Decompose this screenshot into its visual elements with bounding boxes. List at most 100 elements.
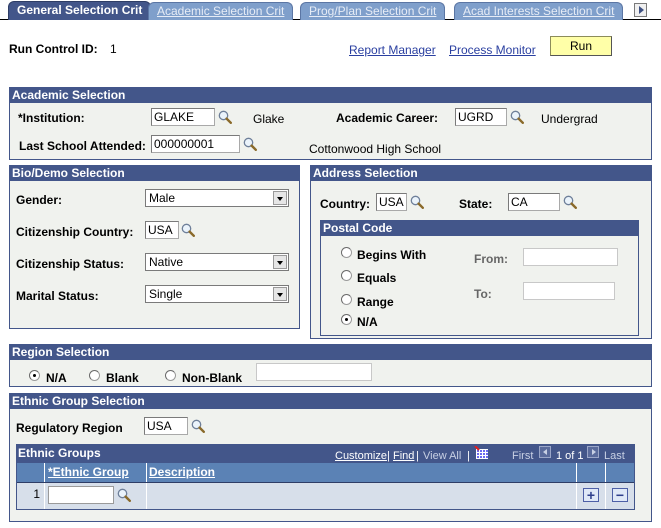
- postal-begins-with-label: Begins With: [357, 248, 427, 262]
- region-non-blank-radio[interactable]: [165, 370, 176, 381]
- institution-lookup-icon[interactable]: [218, 110, 232, 124]
- region-na-radio[interactable]: [29, 370, 40, 381]
- tab-bar: General Selection Crit Academic Selectio…: [0, 0, 661, 20]
- citizenship-status-value: Native: [149, 255, 184, 269]
- minus-icon: −: [615, 487, 625, 503]
- grid-row-number: 1: [17, 483, 45, 509]
- grid-column-description[interactable]: Description: [147, 463, 577, 482]
- citizenship-status-label: Citizenship Status:: [16, 257, 125, 271]
- grid-column-ethnic-group[interactable]: *Ethnic Group: [45, 463, 147, 482]
- grid-cell-description: [147, 483, 577, 509]
- academic-career-description: Undergrad: [541, 112, 598, 126]
- country-lookup-icon[interactable]: [410, 195, 424, 209]
- gender-select[interactable]: Male: [145, 189, 289, 207]
- chevron-down-icon: [273, 255, 287, 269]
- grid-add-header: [577, 463, 606, 482]
- region-na-label: N/A: [46, 371, 67, 385]
- academic-career-label: Academic Career:: [336, 111, 439, 125]
- postal-to-label: To:: [474, 287, 492, 301]
- chevron-down-icon: [273, 287, 287, 301]
- last-school-description: Cottonwood High School: [309, 142, 442, 156]
- delete-row-button[interactable]: −: [612, 488, 628, 502]
- grid-separator: |: [416, 450, 419, 462]
- region-blank-label: Blank: [106, 371, 139, 385]
- tab-label: Prog/Plan Selection Crit: [309, 4, 437, 18]
- grid-customize-link[interactable]: Customize: [335, 450, 387, 462]
- marital-status-value: Single: [149, 287, 183, 301]
- region-non-blank-label: Non-Blank: [182, 371, 242, 385]
- region-selection-header: Region Selection: [10, 345, 651, 360]
- region-value-input[interactable]: [256, 363, 372, 381]
- regulatory-region-input[interactable]: USA: [144, 417, 188, 435]
- state-input[interactable]: CA: [508, 193, 560, 211]
- last-school-lookup-icon[interactable]: [243, 137, 257, 151]
- grid-first-label: First: [512, 450, 534, 462]
- grid-page-info: 1 of 1: [556, 450, 584, 462]
- academic-career-input[interactable]: UGRD: [455, 108, 507, 126]
- postal-from-label: From:: [474, 252, 508, 266]
- regulatory-region-label: Regulatory Region: [16, 421, 123, 435]
- ethnic-groups-grid-title: Ethnic Groups: [18, 446, 101, 460]
- country-input[interactable]: USA: [376, 193, 407, 211]
- postal-na-label: N/A: [357, 315, 378, 329]
- institution-label: *Institution:: [18, 111, 85, 125]
- tab-label: Acad Interests Selection Crit: [463, 4, 615, 18]
- process-monitor-link[interactable]: Process Monitor: [449, 43, 536, 57]
- tab-general-selection-crit[interactable]: General Selection Crit: [8, 1, 152, 20]
- regulatory-region-lookup-icon[interactable]: [191, 419, 205, 433]
- run-control-label: Run Control ID:: [9, 42, 98, 56]
- grid-find-link[interactable]: Find: [393, 450, 414, 462]
- citizenship-country-input[interactable]: USA: [145, 221, 179, 239]
- grid-separator: |: [467, 450, 470, 462]
- download-grid-icon[interactable]: [474, 446, 488, 459]
- postal-na-radio[interactable]: [341, 314, 352, 325]
- citizenship-country-label: Citizenship Country:: [16, 225, 134, 239]
- chevron-down-icon: [273, 191, 287, 205]
- bio-demo-selection-header: Bio/Demo Selection: [10, 166, 299, 181]
- tab-acad-interests-selection-crit[interactable]: Acad Interests Selection Crit: [454, 2, 624, 20]
- tab-academic-selection-crit[interactable]: Academic Selection Crit: [148, 2, 294, 20]
- postal-equals-radio[interactable]: [341, 270, 352, 281]
- grid-rownum-header: [17, 463, 45, 482]
- citizenship-status-select[interactable]: Native: [145, 253, 289, 271]
- institution-input[interactable]: GLAKE: [151, 108, 215, 126]
- next-page-icon[interactable]: [587, 446, 599, 458]
- run-control-value: 1: [110, 42, 117, 56]
- postal-begins-with-radio[interactable]: [341, 247, 352, 258]
- ethnic-group-selection-header: Ethnic Group Selection: [10, 394, 651, 409]
- postal-to-input[interactable]: [523, 282, 615, 300]
- postal-from-input[interactable]: [523, 248, 618, 266]
- grid-view-all-link[interactable]: View All: [423, 450, 461, 462]
- tab-prog-plan-selection-crit[interactable]: Prog/Plan Selection Crit: [300, 2, 446, 20]
- ethnic-group-input[interactable]: [48, 486, 114, 504]
- add-row-button[interactable]: +: [583, 488, 599, 502]
- country-label: Country:: [320, 197, 370, 211]
- ethnic-group-lookup-icon[interactable]: [117, 488, 131, 502]
- plus-icon: +: [586, 487, 596, 503]
- grid-delete-header: [606, 463, 634, 482]
- academic-selection-header: Academic Selection: [10, 88, 651, 103]
- institution-description: Glake: [253, 112, 285, 126]
- address-selection-header: Address Selection: [311, 166, 651, 181]
- grid-separator: |: [387, 450, 390, 462]
- column-header-description[interactable]: Description: [149, 465, 215, 479]
- column-header-ethnic-group[interactable]: *Ethnic Group: [48, 465, 129, 479]
- marital-status-label: Marital Status:: [16, 289, 99, 303]
- report-manager-link[interactable]: Report Manager: [349, 43, 436, 57]
- last-school-input[interactable]: 000000001: [151, 135, 240, 153]
- gender-value: Male: [149, 191, 176, 205]
- marital-status-select[interactable]: Single: [145, 285, 289, 303]
- citizenship-country-lookup-icon[interactable]: [181, 223, 195, 237]
- postal-range-radio[interactable]: [341, 294, 352, 305]
- state-label: State:: [459, 197, 493, 211]
- run-button[interactable]: Run: [550, 36, 612, 56]
- next-tab-arrow-icon[interactable]: [634, 3, 647, 17]
- last-school-label: Last School Attended:: [19, 139, 146, 153]
- postal-range-label: Range: [357, 295, 394, 309]
- academic-career-lookup-icon[interactable]: [510, 110, 524, 124]
- tab-label: Academic Selection Crit: [157, 4, 285, 18]
- previous-page-icon[interactable]: [539, 446, 551, 458]
- region-blank-radio[interactable]: [89, 370, 100, 381]
- postal-equals-label: Equals: [357, 271, 397, 285]
- state-lookup-icon[interactable]: [563, 195, 577, 209]
